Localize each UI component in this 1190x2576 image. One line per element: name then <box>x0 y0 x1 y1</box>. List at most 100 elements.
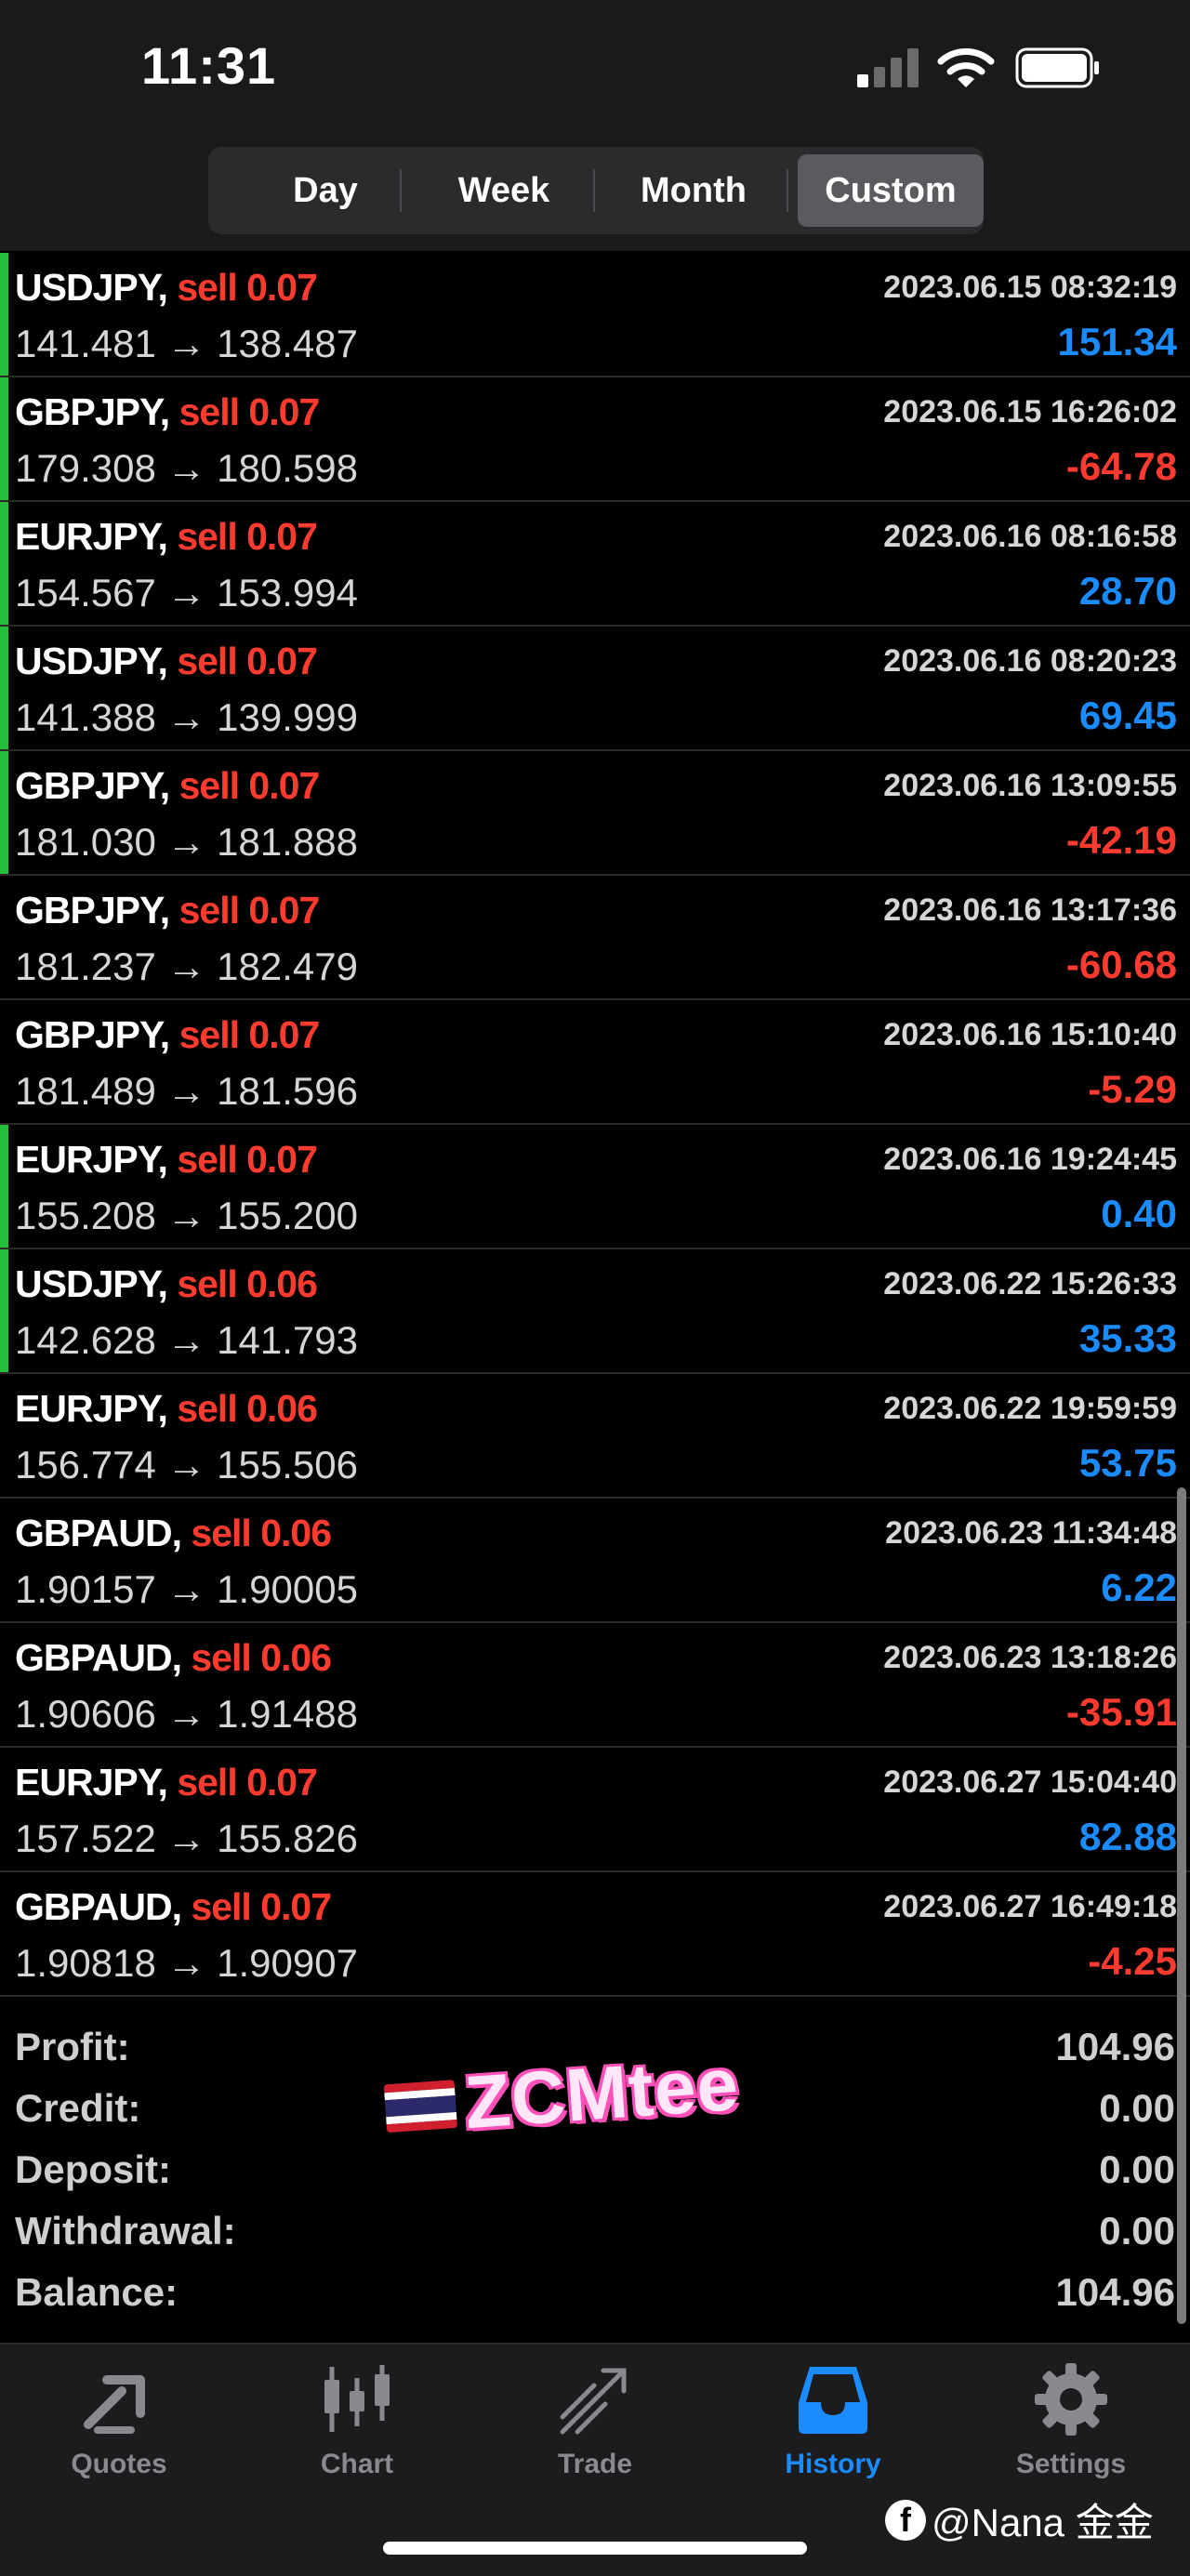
trade-row[interactable]: GBPJPY, sell 0.07 2023.06.16 13:17:36 18… <box>0 876 1190 1000</box>
trade-row[interactable]: EURJPY, sell 0.06 2023.06.22 19:59:59 15… <box>0 1374 1190 1499</box>
summary-deposit: Deposit: 0.00 <box>0 2138 1190 2200</box>
trade-prices: 1.90157 → 1.90005 <box>15 1567 358 1611</box>
home-indicator[interactable] <box>383 2542 807 2555</box>
trade-time: 2023.06.23 11:34:48 <box>885 1515 1177 1551</box>
summary-withdrawal: Withdrawal: 0.00 <box>0 2200 1190 2261</box>
position-marker <box>0 502 8 625</box>
tab-label: Trade <box>557 2449 633 2479</box>
quotes-icon <box>84 2375 145 2434</box>
cellular-signal-icon <box>857 48 919 87</box>
position-marker <box>0 1249 8 1372</box>
trade-profit: 82.88 <box>1078 1815 1177 1858</box>
trade-time: 2023.06.22 19:59:59 <box>883 1391 1177 1426</box>
summary-value: 104.96 <box>1055 2025 1175 2068</box>
trade-row[interactable]: GBPAUD, sell 0.06 2023.06.23 11:34:48 1.… <box>0 1499 1190 1623</box>
trade-symbol: GBPJPY, <box>15 1013 170 1056</box>
trade-row[interactable]: GBPJPY, sell 0.07 2023.06.15 16:26:02 17… <box>0 377 1190 502</box>
trade-profit: 35.33 <box>1078 1316 1177 1360</box>
trade-side: sell 0.06 <box>177 1387 318 1430</box>
trade-time: 2023.06.16 15:10:40 <box>883 1017 1177 1052</box>
trade-prices: 181.030 → 181.888 <box>15 820 358 864</box>
trade-time: 2023.06.15 08:32:19 <box>883 270 1177 305</box>
trade-row[interactable]: GBPAUD, sell 0.07 2023.06.27 16:49:18 1.… <box>0 1872 1190 1997</box>
tab-label: Chart <box>320 2449 394 2479</box>
trade-side: sell 0.07 <box>178 1013 321 1056</box>
candlestick-icon <box>324 2365 390 2432</box>
trade-side: sell 0.07 <box>177 1761 318 1803</box>
position-marker <box>0 377 8 500</box>
trade-side: sell 0.07 <box>178 764 321 807</box>
tab-day[interactable]: Day <box>232 154 418 227</box>
trade-prices: 179.308 → 180.598 <box>15 446 358 490</box>
trade-time: 2023.06.16 13:09:55 <box>883 768 1177 803</box>
position-marker <box>0 751 8 874</box>
tab-label: Quotes <box>71 2449 167 2479</box>
battery-icon <box>1015 47 1099 88</box>
trade-time: 2023.06.15 16:26:02 <box>883 394 1177 429</box>
trade-row[interactable]: GBPJPY, sell 0.07 2023.06.16 13:09:55 18… <box>0 751 1190 876</box>
trade-symbol: GBPJPY, <box>15 390 170 433</box>
tab-trade[interactable]: Trade <box>502 2359 688 2499</box>
trade-side: sell 0.06 <box>191 1512 332 1554</box>
segment-divider <box>593 169 595 212</box>
trade-profit: 0.40 <box>1101 1192 1177 1235</box>
trade-profit: -5.29 <box>1088 1067 1177 1111</box>
trade-symbol: GBPJPY, <box>15 764 170 807</box>
trade-symbol: USDJPY, <box>15 640 168 682</box>
tab-settings[interactable]: Settings <box>978 2359 1164 2499</box>
trade-time: 2023.06.16 08:16:58 <box>883 519 1177 554</box>
trade-symbol: GBPAUD, <box>15 1885 182 1928</box>
facebook-icon: f <box>885 2499 926 2541</box>
trade-side: sell 0.07 <box>177 640 318 682</box>
scrollbar[interactable] <box>1177 1487 1186 2324</box>
trade-row[interactable]: EURJPY, sell 0.07 2023.06.16 19:24:45 15… <box>0 1125 1190 1249</box>
segment-divider <box>787 169 788 212</box>
trade-symbol: EURJPY, <box>15 1761 168 1803</box>
thailand-flag-icon <box>383 2080 458 2133</box>
trade-side: sell 0.07 <box>178 889 321 931</box>
trade-prices: 181.237 → 182.479 <box>15 945 358 988</box>
tab-chart[interactable]: Chart <box>264 2359 450 2499</box>
position-marker <box>0 627 8 749</box>
summary-label: Deposit: <box>15 2147 171 2191</box>
trade-profit: -64.78 <box>1065 444 1177 488</box>
summary-label: Withdrawal: <box>15 2209 236 2252</box>
tab-history[interactable]: History <box>740 2359 926 2499</box>
trade-time: 2023.06.27 15:04:40 <box>883 1764 1177 1800</box>
summary-value: 0.00 <box>1099 2209 1175 2252</box>
trade-row[interactable]: GBPAUD, sell 0.06 2023.06.23 13:18:26 1.… <box>0 1623 1190 1748</box>
trade-time: 2023.06.23 13:18:26 <box>883 1640 1177 1675</box>
trade-side: sell 0.06 <box>191 1636 332 1679</box>
summary-label: Balance: <box>15 2270 178 2314</box>
trade-symbol: GBPJPY, <box>15 889 170 931</box>
trade-symbol: EURJPY, <box>15 1138 168 1181</box>
trade-profit: -60.68 <box>1065 943 1177 986</box>
trade-prices: 1.90606 → 1.91488 <box>15 1692 358 1736</box>
trade-time: 2023.06.16 08:20:23 <box>883 643 1177 679</box>
trade-side: sell 0.07 <box>177 1138 318 1181</box>
trade-row[interactable]: USDJPY, sell 0.07 2023.06.15 08:32:19 14… <box>0 253 1190 377</box>
trade-row[interactable]: USDJPY, sell 0.06 2023.06.22 15:26:33 14… <box>0 1249 1190 1374</box>
trade-profit: 6.22 <box>1101 1565 1177 1609</box>
trade-profit: 53.75 <box>1078 1441 1177 1485</box>
credit-text: @Nana 金金 <box>932 2501 1154 2544</box>
status-bar: 11:31 <box>0 0 1190 139</box>
trade-symbol: EURJPY, <box>15 1387 168 1430</box>
tab-month[interactable]: Month <box>601 154 787 227</box>
summary-label: Profit: <box>15 2025 130 2068</box>
summary-balance: Balance: 104.96 <box>0 2261 1190 2322</box>
trade-time: 2023.06.22 15:26:33 <box>883 1266 1177 1301</box>
trade-row[interactable]: EURJPY, sell 0.07 2023.06.16 08:16:58 15… <box>0 502 1190 627</box>
trade-symbol: GBPAUD, <box>15 1512 182 1554</box>
trade-prices: 157.522 → 155.826 <box>15 1816 358 1860</box>
trade-row[interactable]: EURJPY, sell 0.07 2023.06.27 15:04:40 15… <box>0 1748 1190 1872</box>
tab-week[interactable]: Week <box>411 154 597 227</box>
tab-custom[interactable]: Custom <box>798 154 984 227</box>
summary-value: 104.96 <box>1055 2270 1175 2314</box>
trade-row[interactable]: GBPJPY, sell 0.07 2023.06.16 15:10:40 18… <box>0 1000 1190 1125</box>
wifi-icon <box>937 48 995 87</box>
trade-row[interactable]: USDJPY, sell 0.07 2023.06.16 08:20:23 14… <box>0 627 1190 751</box>
creator-credit: f @Nana 金金 <box>885 2491 1154 2548</box>
summary-label: Credit: <box>15 2086 141 2130</box>
tab-quotes[interactable]: Quotes <box>26 2359 212 2499</box>
